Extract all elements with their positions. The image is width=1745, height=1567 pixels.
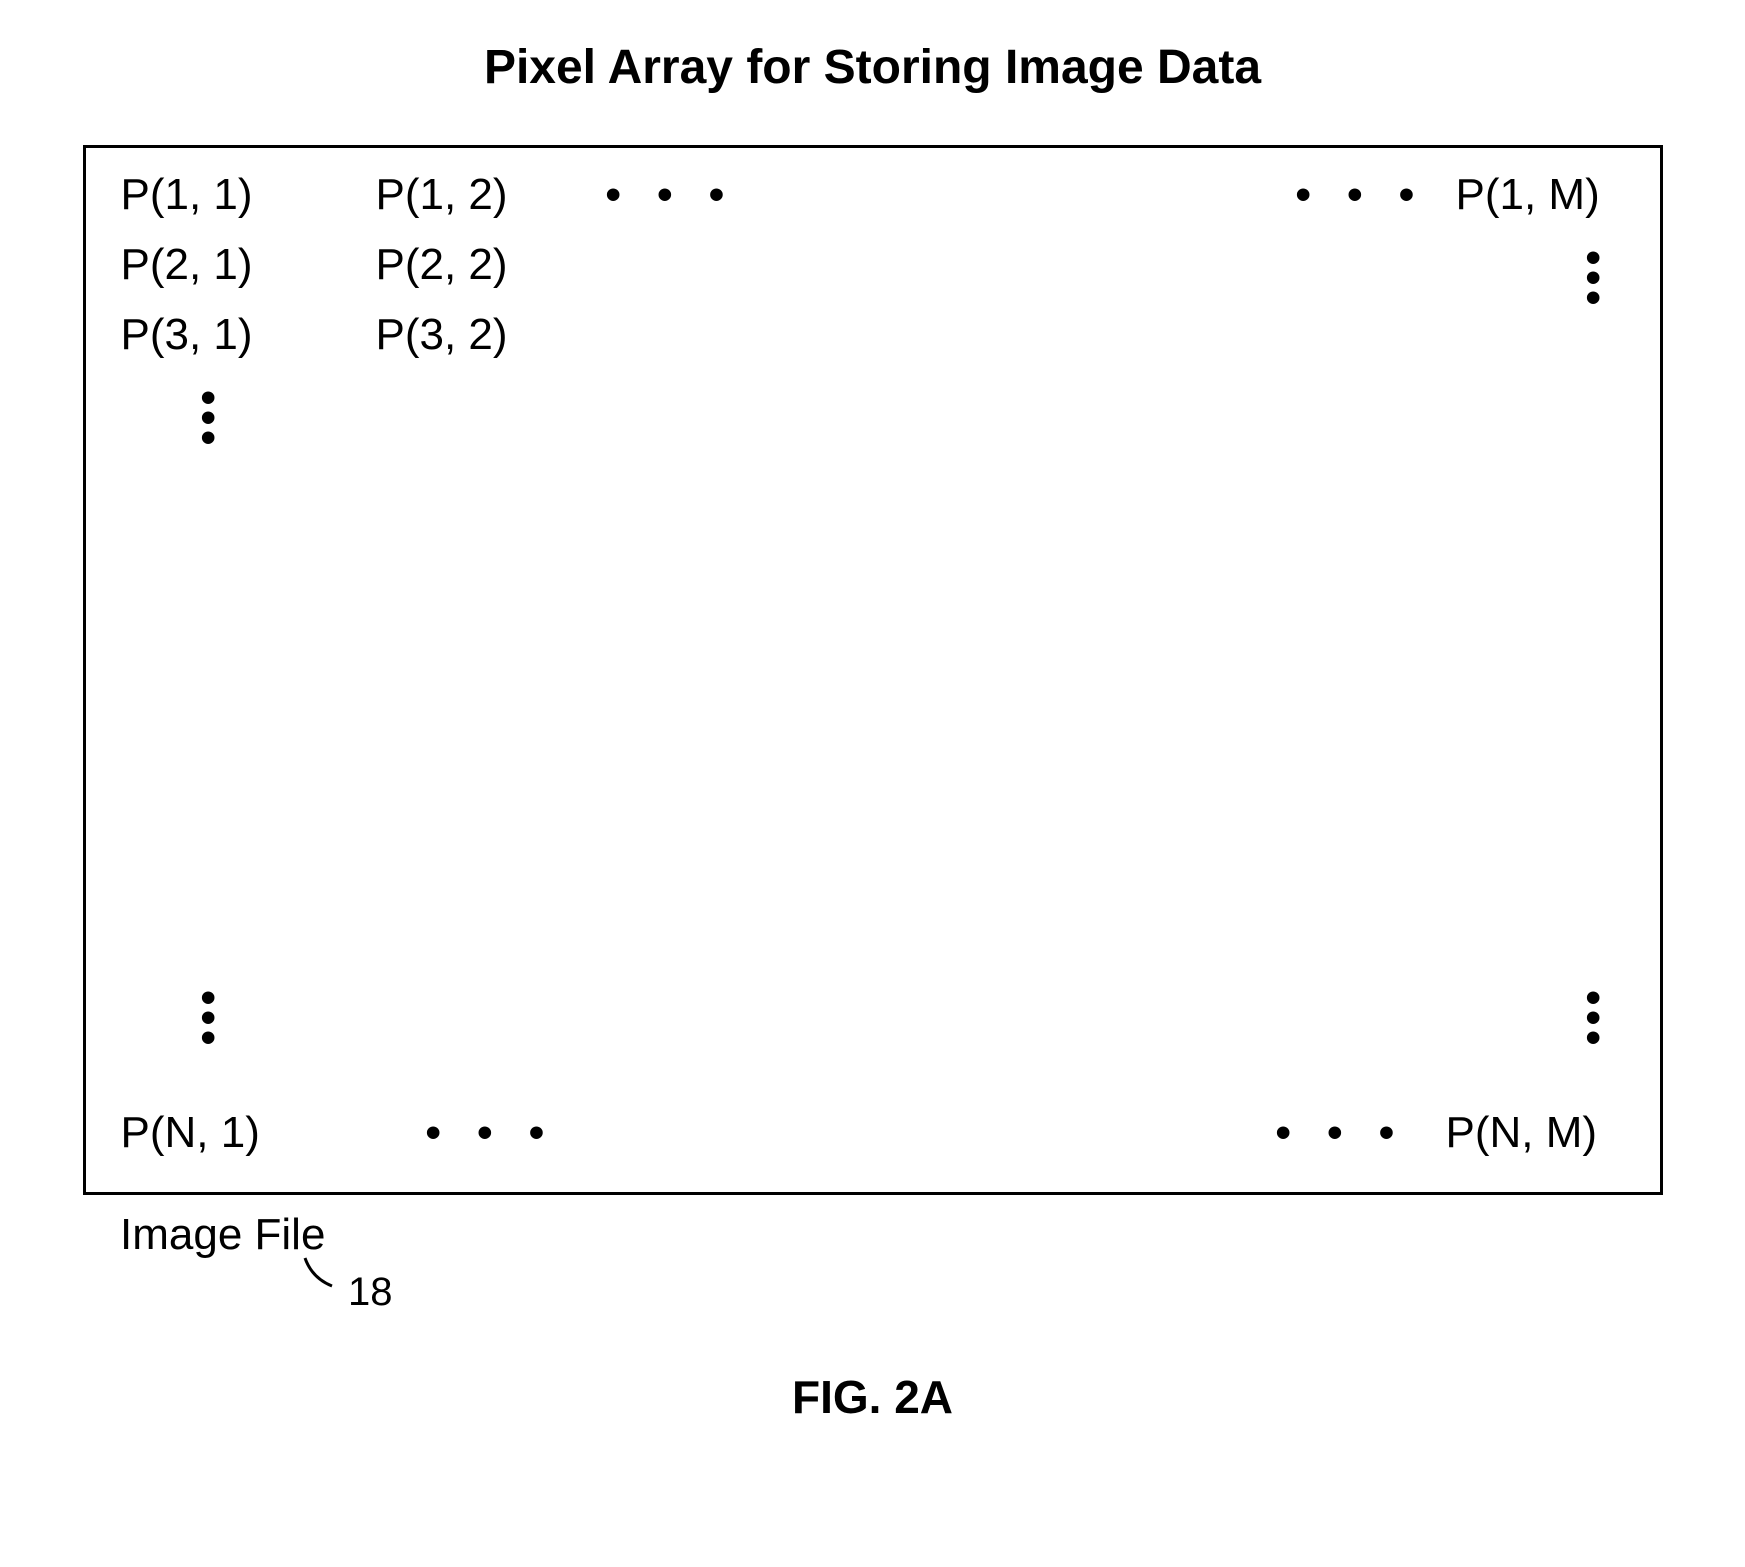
cell-p32: P(3, 2) [376,310,508,360]
image-file-label: Image File [120,1210,1705,1260]
cell-p22: P(2, 2) [376,240,508,290]
hdots-row1-right: • • • [1296,170,1427,220]
cell-p1m: P(1, M) [1456,170,1600,220]
hdots-bottom-right: • • • [1276,1108,1407,1158]
reference-number: 18 [348,1270,393,1315]
vdots-upper-left: ••• [201,388,216,447]
cell-p12: P(1, 2) [376,170,508,220]
cell-p11: P(1, 1) [121,170,253,220]
pixel-array-box: P(1, 1) P(1, 2) • • • • • • P(1, M) P(2,… [83,145,1663,1195]
diagram-title: Pixel Array for Storing Image Data [40,40,1705,95]
reference-wrapper: 18 [300,1256,1705,1315]
figure-label: FIG. 2A [40,1370,1705,1424]
leader-line-icon [300,1256,340,1296]
vdots-lower-left: ••• [201,988,216,1047]
cell-p31: P(3, 1) [121,310,253,360]
cell-p21: P(2, 1) [121,240,253,290]
hdots-bottom-left: • • • [426,1108,557,1158]
vdots-top-right: ••• [1586,248,1601,307]
cell-pn1: P(N, 1) [121,1108,260,1158]
cell-pnm: P(N, M) [1446,1108,1598,1158]
vdots-lower-right: ••• [1586,988,1601,1047]
hdots-row1-left: • • • [606,170,737,220]
